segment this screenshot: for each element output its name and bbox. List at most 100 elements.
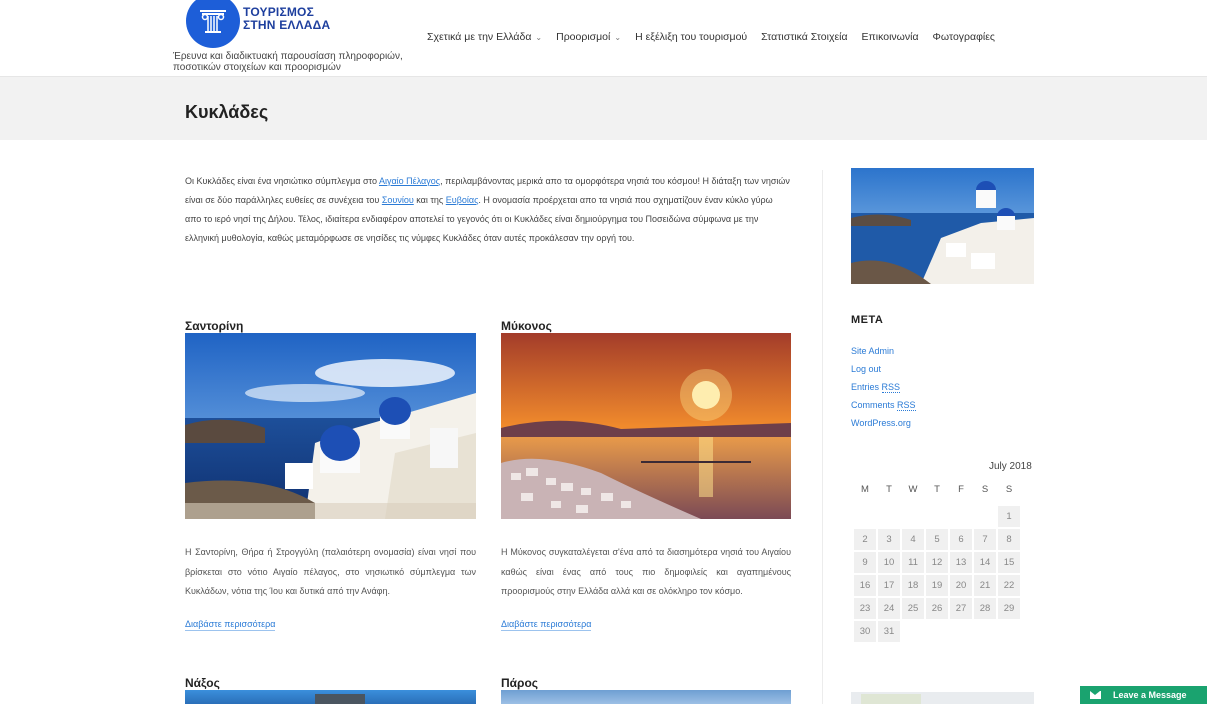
read-more-santorini-link[interactable]: Διαβάστε περισσότερα [185, 619, 276, 631]
sidebar-santorini-image [851, 168, 1034, 284]
calendar-day: 27 [950, 598, 972, 619]
calendar-day: 4 [902, 529, 924, 550]
calendar-weekday: F [958, 484, 964, 495]
nav-label: Σχετικά με την Ελλάδα [427, 31, 532, 43]
entries-label: Entries [851, 382, 880, 392]
naxos-image[interactable] [185, 690, 476, 704]
entries-rss-link[interactable]: Entries RSS [851, 382, 901, 393]
list-item: Log out [851, 360, 916, 378]
calendar-weekday: W [908, 484, 918, 495]
leave-message-label: Leave a Message [1113, 690, 1187, 700]
tagline-line2: ποσοτικών στοιχείων και προορισμών [173, 62, 341, 73]
site-admin-link[interactable]: Site Admin [851, 346, 894, 356]
calendar-caption: July 2018 [989, 461, 1032, 472]
naxos-photo-detail [315, 694, 365, 704]
calendar-empty-cell [878, 506, 900, 527]
calendar-day: 9 [854, 552, 876, 573]
nav-label: Προορισμοί [556, 31, 611, 43]
leave-message-button[interactable]: Leave a Message [1080, 686, 1207, 704]
calendar-day: 28 [974, 598, 996, 619]
calendar-day: 30 [854, 621, 876, 642]
calendar-day: 8 [998, 529, 1020, 550]
nav-item-photos[interactable]: Φωτογραφίες [933, 31, 995, 43]
calendar-day: 13 [950, 552, 972, 573]
comments-rss-link[interactable]: Comments RSS [851, 400, 916, 411]
mykonos-image[interactable] [501, 333, 791, 519]
calendar-day: 16 [854, 575, 876, 596]
calendar-day: 11 [902, 552, 924, 573]
main-nav: Σχετικά με την Ελλάδα ⌄ Προορισμοί ⌄ Η ε… [427, 31, 1009, 43]
sidebar-photo [851, 168, 1034, 284]
site-logo[interactable] [186, 0, 240, 48]
nav-label: Στατιστικά Στοιχεία [761, 31, 848, 43]
rss-abbr: RSS [881, 382, 901, 393]
card-title-paros[interactable]: Πάρος [501, 676, 538, 690]
card-title-mykonos[interactable]: Μύκονος [501, 319, 552, 333]
card-text-mykonos: Η Μύκονος συγκαταλέγεται σ'ένα από τα δι… [501, 547, 791, 596]
paros-image[interactable] [501, 690, 791, 704]
meta-widget-title: META [851, 314, 884, 326]
tagline-line1: Έρευνα και διαδικτυακή παρουσίαση πληροφ… [173, 51, 403, 62]
meta-links-list: Site Admin Log out Entries RSS Comments … [851, 342, 916, 432]
calendar-day: 22 [998, 575, 1020, 596]
column-logo-icon [200, 10, 226, 33]
calendar-grid: 1 2 3 4 5 6 7 8 9 10 11 12 13 14 15 16 17 18 19 20 21 22 23 24 2… [854, 506, 1020, 642]
calendar-empty-cell [974, 506, 996, 527]
envelope-icon [1090, 691, 1101, 699]
card-text-santorini: Η Σαντορίνη, Θήρα ή Στρογγύλη (παλαιότερ… [185, 547, 476, 596]
calendar-day: 7 [974, 529, 996, 550]
list-item: WordPress.org [851, 414, 916, 432]
wordpress-org-link[interactable]: WordPress.org [851, 418, 911, 428]
nav-item-contact[interactable]: Επικοινωνία [862, 31, 919, 43]
log-out-link[interactable]: Log out [851, 364, 881, 374]
card-title-naxos[interactable]: Νάξος [185, 676, 220, 690]
rss-abbr: RSS [897, 400, 916, 411]
calendar-day: 2 [854, 529, 876, 550]
calendar-weekday: M [861, 484, 869, 495]
santorini-image[interactable] [185, 333, 476, 519]
calendar-day: 18 [902, 575, 924, 596]
calendar-day: 17 [878, 575, 900, 596]
nav-item-statistics[interactable]: Στατιστικά Στοιχεία [761, 31, 847, 43]
nav-label: Η εξέλιξη του τουρισμού [635, 31, 748, 43]
list-item: Site Admin [851, 342, 916, 360]
calendar-day: 3 [878, 529, 900, 550]
calendar-day: 23 [854, 598, 876, 619]
nav-label: Φωτογραφίες [932, 31, 995, 43]
calendar-weekday: T [886, 484, 892, 495]
sounio-link[interactable]: Σουνίου [382, 195, 414, 205]
nav-item-destinations[interactable]: Προορισμοί ⌄ [556, 31, 621, 43]
calendar-day: 15 [998, 552, 1020, 573]
calendar-weekday: T [934, 484, 940, 495]
santorini-photo [185, 333, 476, 519]
comments-label: Comments [851, 400, 895, 410]
aegean-sea-link[interactable]: Αιγαίο Πέλαγος [379, 176, 440, 186]
calendar-empty-cell [950, 506, 972, 527]
site-title-line2: ΣΤΗΝ ΕΛΛΑΔΑ [243, 18, 331, 32]
nav-item-about-greece[interactable]: Σχετικά με την Ελλάδα ⌄ [427, 31, 542, 43]
calendar-day: 29 [998, 598, 1020, 619]
intro-paragraph: Οι Κυκλάδες είναι ένα νησιώτικο σύμπλεγμ… [185, 172, 791, 248]
calendar-day: 14 [974, 552, 996, 573]
calendar-empty-cell [902, 506, 924, 527]
nav-item-tourism-evolution[interactable]: Η εξέλιξη του τουρισμού [635, 31, 747, 43]
chevron-down-icon: ⌄ [535, 32, 543, 42]
calendar-day: 20 [950, 575, 972, 596]
calendar-day: 5 [926, 529, 948, 550]
calendar-day: 6 [950, 529, 972, 550]
calendar-empty-cell [926, 506, 948, 527]
chevron-down-icon: ⌄ [614, 32, 622, 42]
site-header: ΤΟΥΡΙΣΜΟΣ ΣΤΗΝ ΕΛΛΑΔΑ Έρευνα και διαδικτ… [0, 0, 1207, 76]
card-title-santorini[interactable]: Σαντορίνη [185, 319, 243, 333]
calendar-day: 19 [926, 575, 948, 596]
calendar-day: 24 [878, 598, 900, 619]
evia-link[interactable]: Ευβοίας [446, 195, 479, 205]
site-title[interactable]: ΤΟΥΡΙΣΜΟΣ ΣΤΗΝ ΕΛΛΑΔΑ [243, 6, 330, 32]
read-more-mykonos-link[interactable]: Διαβάστε περισσότερα [501, 619, 592, 631]
calendar-day: 21 [974, 575, 996, 596]
list-item: Entries RSS [851, 378, 916, 396]
calendar-day: 10 [878, 552, 900, 573]
calendar-day: 25 [902, 598, 924, 619]
calendar-weekday: S [1005, 484, 1013, 495]
list-item: Comments RSS [851, 396, 916, 414]
